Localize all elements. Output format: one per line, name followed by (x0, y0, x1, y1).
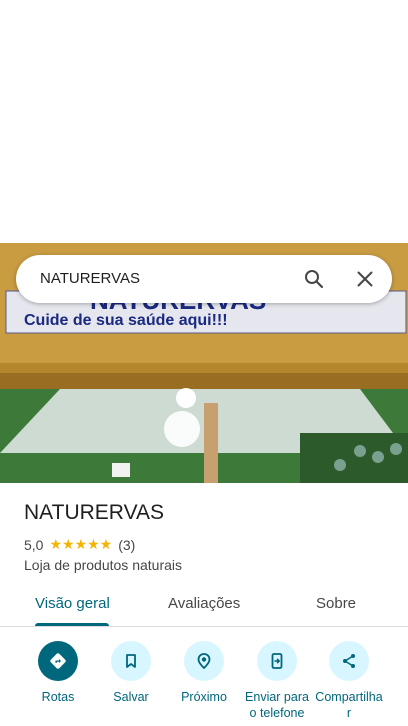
nearby-icon (184, 641, 224, 681)
place-title: NATURERVAS (24, 501, 165, 524)
send-to-phone-label: Enviar para o telefone (245, 690, 309, 720)
rating-value: 5,0 (24, 536, 44, 553)
tab-reviews[interactable]: Avaliações (168, 595, 240, 612)
bookmark-icon (111, 641, 151, 681)
action-row: Rotas Salvar Próximo Enviar para o telef… (0, 641, 408, 726)
send-to-phone-icon (257, 641, 297, 681)
active-tab-indicator (35, 623, 109, 626)
share-button[interactable]: Compartilhar (314, 641, 384, 721)
sign-sub-text: Cuide de sua saúde aqui!!! (24, 312, 228, 329)
place-category[interactable]: Loja de produtos naturais (24, 557, 182, 573)
search-icon[interactable] (302, 267, 326, 291)
tab-bar: Visão geral Avaliações Sobre (0, 587, 408, 627)
star-rating-icon: ★★★★★ (49, 536, 113, 552)
nearby-button[interactable]: Próximo (169, 641, 239, 705)
place-info-panel: NATURERVAS 5,0 ★★★★★ (3) Loja de produto… (0, 483, 408, 726)
search-input[interactable]: NATURERVAS (40, 255, 140, 303)
rating-row[interactable]: 5,0 ★★★★★ (3) (24, 536, 135, 553)
directions-button[interactable]: Rotas (23, 641, 93, 705)
close-icon[interactable] (353, 267, 377, 291)
save-label: Salvar (113, 690, 149, 704)
tab-about[interactable]: Sobre (316, 595, 356, 612)
directions-icon (38, 641, 78, 681)
share-label: Compartilhar (315, 690, 383, 720)
nearby-label: Próximo (181, 690, 227, 704)
send-to-phone-button[interactable]: Enviar para o telefone (242, 641, 312, 721)
share-icon (329, 641, 369, 681)
review-count: (3) (118, 536, 136, 553)
tab-overview[interactable]: Visão geral (35, 595, 110, 612)
save-button[interactable]: Salvar (96, 641, 166, 705)
directions-label: Rotas (41, 690, 75, 704)
search-bar[interactable]: NATURERVAS (16, 255, 392, 303)
blank-header-area (0, 0, 408, 243)
